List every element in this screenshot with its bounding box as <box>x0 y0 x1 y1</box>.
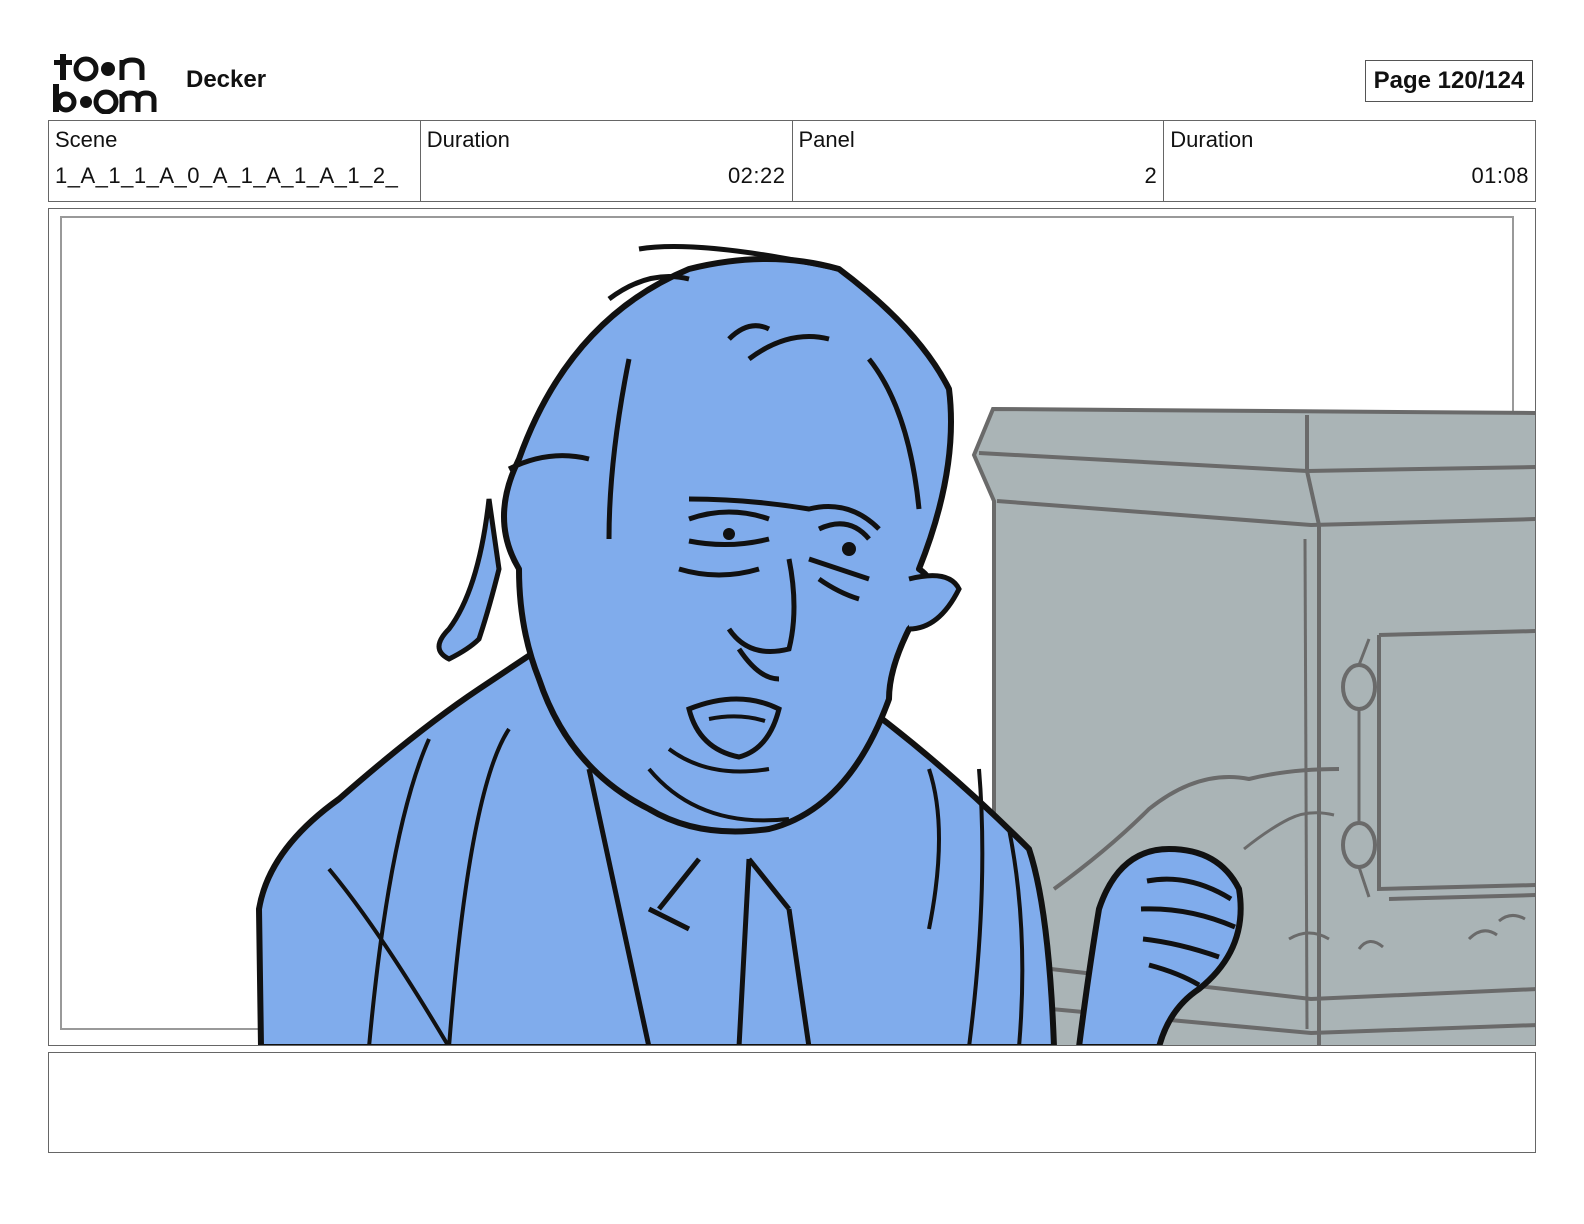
panel-label: Panel <box>798 127 855 152</box>
panel-duration-value: 01:08 <box>1471 163 1529 188</box>
panel-notes-box <box>48 1052 1536 1153</box>
gray-prop <box>971 406 1535 1045</box>
panel-value: 2 <box>1144 163 1158 188</box>
scene-cell: Scene 1_A_1_1_A_0_A_1_A_1_A_1_2_ <box>49 121 421 201</box>
scene-duration-label: Duration <box>426 127 510 152</box>
panel-info-table: Scene 1_A_1_1_A_0_A_1_A_1_A_1_2_ Duratio… <box>48 120 1536 202</box>
scene-label: Scene <box>55 127 118 152</box>
panel-drawing <box>60 216 1535 1045</box>
scene-value: 1_A_1_1_A_0_A_1_A_1_A_1_2_ <box>55 163 399 188</box>
toonboom-logo <box>52 50 164 115</box>
page-indicator: Page 120/124 <box>1365 60 1533 102</box>
panel-duration-cell: Duration 01:08 <box>1164 121 1535 201</box>
scene-duration-cell: Duration 02:22 <box>421 121 793 201</box>
storyboard-panel <box>48 208 1536 1046</box>
panel-duration-label: Duration <box>1170 127 1254 152</box>
project-name: Decker <box>186 66 267 93</box>
panel-cell: Panel 2 <box>793 121 1165 201</box>
scene-duration-value: 02:22 <box>727 163 786 188</box>
